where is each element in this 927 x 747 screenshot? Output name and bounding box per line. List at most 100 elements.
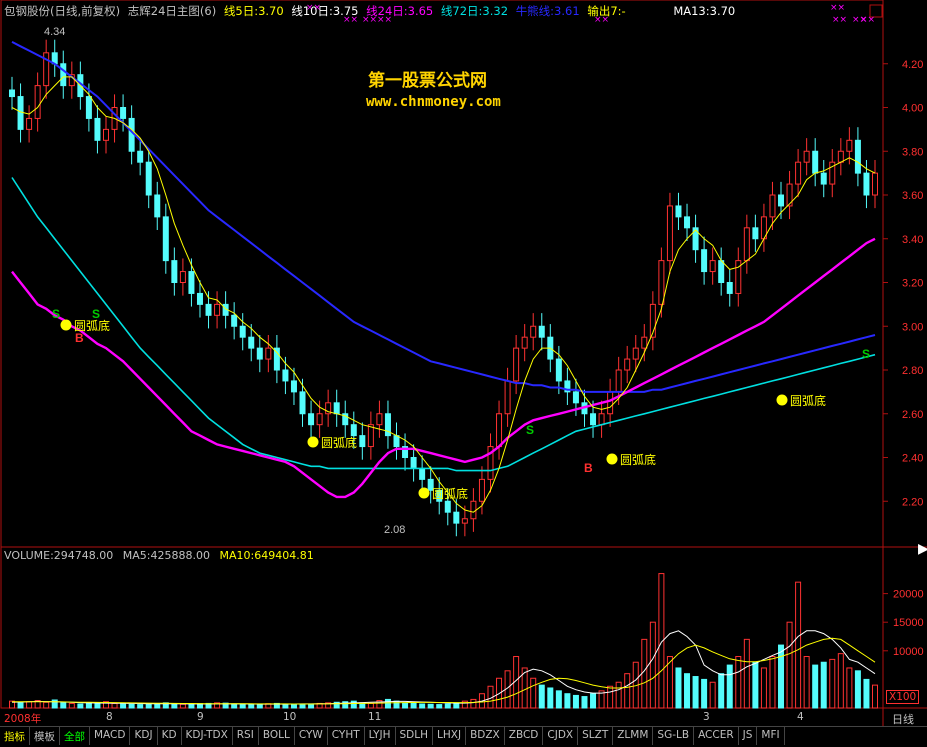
date-label-oct: 10: [283, 711, 297, 723]
candle-body: [513, 347, 520, 382]
candle-body: [726, 282, 733, 294]
tab-accer[interactable]: ACCER: [694, 727, 739, 745]
tab-sdlh[interactable]: SDLH: [396, 727, 434, 745]
signal-label: 圆弧底: [790, 393, 826, 408]
candle-body: [675, 205, 682, 218]
date-label-nov: 11: [368, 711, 382, 723]
tab-zbcd[interactable]: ZBCD: [505, 727, 544, 745]
candle-body: [496, 413, 503, 448]
tab-cyw[interactable]: CYW: [295, 727, 328, 745]
tab-boll[interactable]: BOLL: [259, 727, 295, 745]
volume-bar: [786, 621, 793, 709]
candle-body: [461, 518, 468, 524]
candle-body: [846, 139, 853, 152]
sell-mark: S: [862, 347, 870, 361]
volume-bar: [743, 638, 750, 709]
volume-bar: [17, 702, 24, 709]
candle-body: [863, 172, 870, 196]
tab-macd[interactable]: MACD: [90, 727, 131, 745]
volume-bar: [684, 673, 691, 709]
tab-全部[interactable]: 全部: [60, 727, 90, 745]
volume-bar: [701, 678, 708, 709]
candle-body: [239, 325, 246, 338]
candle-body: [265, 347, 272, 360]
volume-tick-label: 20000: [893, 589, 924, 601]
x-marker: ××: [830, 3, 845, 13]
tab-bdzx[interactable]: BDZX: [466, 727, 505, 745]
tab-rsi[interactable]: RSI: [233, 727, 259, 745]
tab-cjdx[interactable]: CJDX: [543, 727, 579, 745]
tab-js[interactable]: JS: [739, 727, 758, 745]
candle-body: [196, 292, 203, 305]
candle-body: [128, 117, 135, 152]
price-tick-label: 3.60: [902, 190, 923, 202]
tab-kdj[interactable]: KDJ: [130, 727, 158, 745]
price-tick-label: 2.20: [902, 496, 923, 508]
price-tick-label: 2.80: [902, 365, 923, 377]
tab-lyjh[interactable]: LYJH: [365, 727, 396, 745]
candle-body: [188, 271, 195, 294]
volume-bar: [367, 702, 374, 709]
candle-body: [171, 260, 178, 283]
volume-bar: [77, 703, 84, 709]
candle-body: [641, 336, 648, 349]
volume-unit: X100: [886, 690, 920, 704]
tab-指标[interactable]: 指标: [0, 727, 30, 745]
volume-bar: [649, 621, 656, 709]
date-label-sep: 9: [197, 711, 204, 723]
candle-body: [248, 336, 255, 349]
volume-bar: [572, 694, 579, 709]
price-tick-label: 2.40: [902, 453, 923, 465]
candle-body: [179, 271, 186, 283]
volume-bar: [581, 696, 588, 709]
volume-bar: [290, 704, 297, 709]
volume-bar: [410, 702, 417, 709]
volume-bar: [718, 673, 725, 709]
candle-body: [102, 128, 109, 141]
candle-body: [290, 380, 297, 393]
candle-body: [803, 150, 810, 163]
candle-body: [590, 413, 597, 426]
tab-lhxj[interactable]: LHXJ: [433, 727, 467, 745]
chart-window: 2.20 2.40 2.60 2.80 3.00 3.20 3.40 3.60 3.80 4.00…: [0, 0, 927, 745]
volume-bar: [812, 664, 819, 709]
volume-bar: [120, 703, 127, 709]
tab-slzt[interactable]: SLZT: [578, 727, 614, 745]
mouse-cursor-icon: ▶: [918, 541, 927, 557]
candle-body: [453, 511, 460, 524]
tab-kd[interactable]: KD: [158, 727, 182, 745]
volume-tick-label: 15000: [893, 617, 924, 629]
candle-body: [684, 216, 691, 229]
candle-body: [120, 107, 127, 119]
tab-模板[interactable]: 模板: [30, 727, 60, 745]
tab-cyht[interactable]: CYHT: [328, 727, 365, 745]
volume-bar: [427, 703, 434, 709]
volume-bar: [760, 667, 767, 709]
volume-bar: [145, 703, 152, 709]
sell-mark: S: [52, 307, 60, 321]
volume-bar: [769, 656, 776, 709]
candle-body: [478, 478, 485, 502]
formula-name: 志辉24日主图(6): [127, 4, 217, 18]
period-label[interactable]: 日线: [892, 711, 914, 727]
tab-zlmm[interactable]: ZLMM: [613, 727, 654, 745]
candle-body: [504, 380, 511, 415]
tab-sg-lb[interactable]: SG-LB: [653, 727, 695, 745]
volume-tick-label: 10000: [893, 646, 924, 658]
volume-bar: [692, 676, 699, 709]
candle-body: [778, 194, 785, 207]
price-tick-label: 4.00: [902, 103, 923, 115]
volume-bar: [248, 704, 255, 709]
candle-body: [17, 96, 24, 130]
candle-body: [718, 260, 725, 283]
candle-body: [555, 358, 562, 382]
signal-label: 圆弧底: [620, 452, 656, 467]
tab-kdj-tdx[interactable]: KDJ-TDX: [182, 727, 233, 745]
candle-body: [701, 249, 708, 273]
volume-bar: [444, 703, 451, 709]
volume-header: VOLUME:294748.00 MA5:425888.00 MA10:6494…: [4, 549, 314, 562]
volume-bar: [171, 703, 178, 709]
signal-label: 圆弧底: [321, 435, 357, 450]
candle-body: [205, 303, 212, 316]
tab-mfi[interactable]: MFI: [757, 727, 785, 745]
